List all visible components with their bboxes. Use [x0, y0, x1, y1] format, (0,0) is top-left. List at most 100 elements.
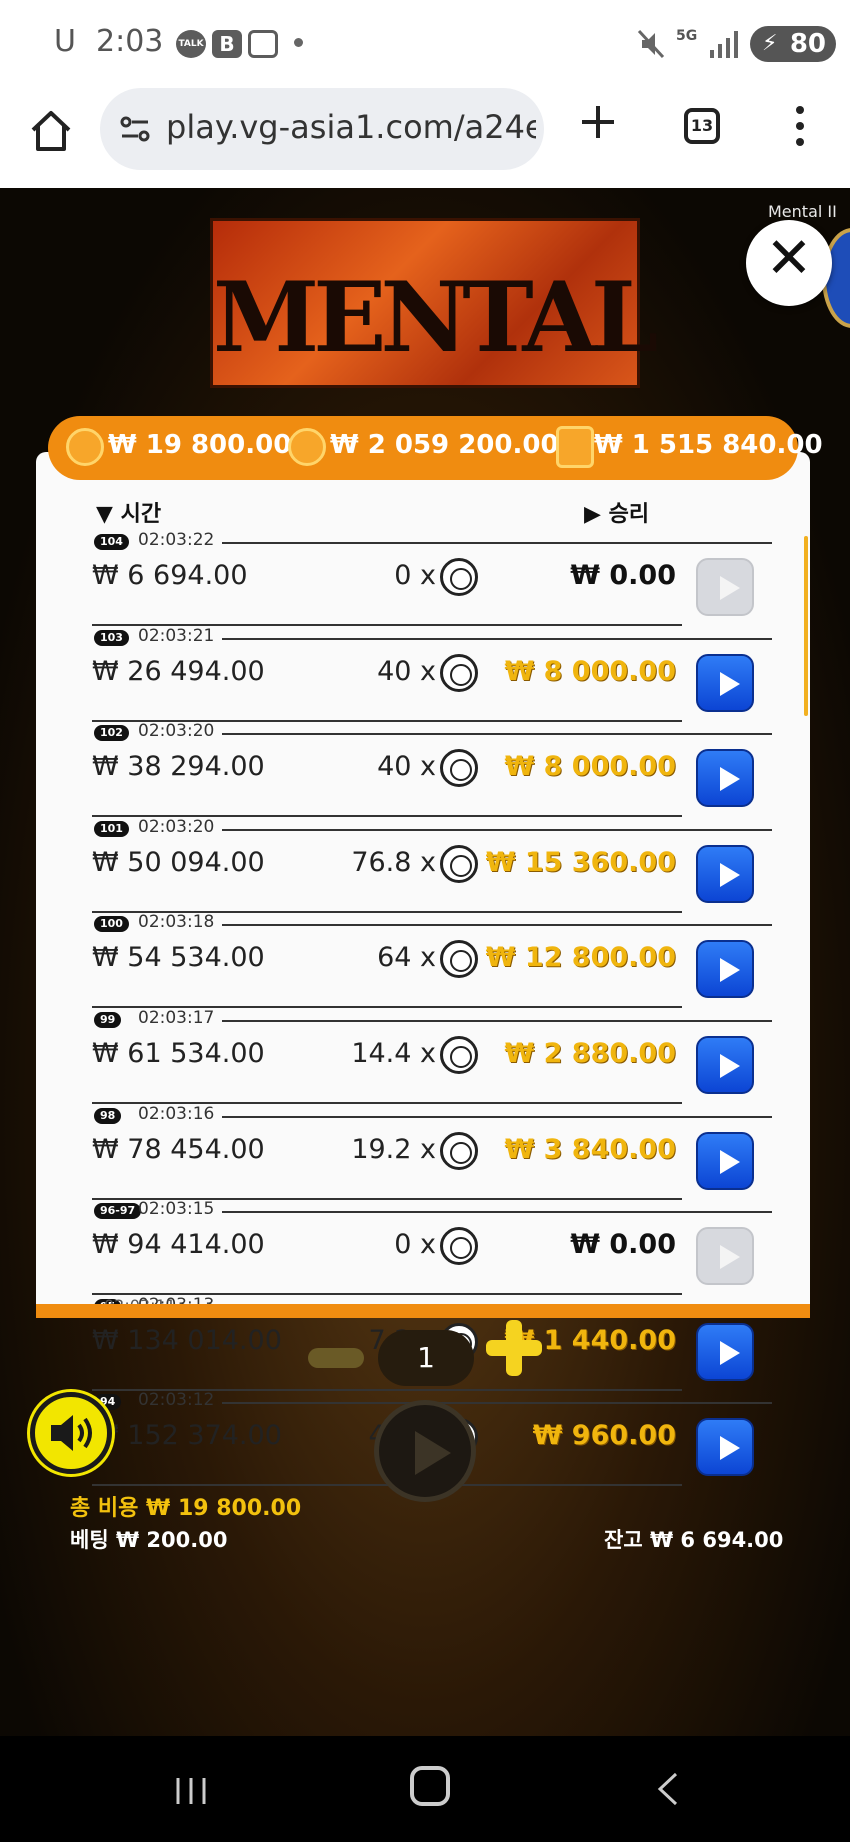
wallet-icon [556, 426, 594, 468]
notification-dot [294, 38, 303, 47]
replay-button[interactable] [696, 845, 754, 903]
round-time: 02:03:12 [138, 1390, 215, 1410]
signal-icon [710, 31, 738, 58]
replay-button[interactable] [696, 1036, 754, 1094]
spin-button[interactable] [374, 1400, 476, 1502]
divider [222, 1211, 772, 1213]
round-balance: ₩ 38 294.00 [92, 751, 265, 782]
stat-total-win: ₩ 2 059 200.00 [330, 430, 559, 460]
divider [222, 638, 772, 640]
home-nav-icon[interactable] [410, 1766, 450, 1806]
sort-time-header[interactable]: ▼ 시간 [96, 496, 161, 528]
round-balance: ₩ 26 494.00 [92, 656, 265, 687]
calendar-icon [248, 30, 278, 58]
history-row: 101 02:03:20 ₩ 50 094.00 76.8 x ₩ 15 360.00 [92, 817, 772, 913]
browser-toolbar: play.vg-asia1.com/a24ea 13 [0, 88, 850, 188]
tab-switcher-button[interactable]: 13 [684, 108, 720, 144]
stats-bar: ₩ 19 800.00 ₩ 2 059 200.00 ₩ 1 515 840.0… [48, 416, 823, 480]
round-win: ₩ 0.00 [570, 560, 676, 591]
panel-bottom-bar [36, 1304, 810, 1318]
battery-indicator: ⚡ 80 [750, 26, 836, 62]
more-menu-icon[interactable] [790, 102, 810, 150]
sort-win-header[interactable]: ▶ 승리 [584, 496, 649, 528]
sound-button[interactable] [30, 1392, 112, 1474]
replay-button[interactable] [696, 1418, 754, 1476]
history-row: 96-97 02:03:15 ₩ 94 414.00 0 x ₩ 0.00 [92, 1199, 772, 1295]
round-balance: ₩ 134 014.00 [92, 1325, 282, 1356]
round-time: 02:03:16 [138, 1104, 215, 1124]
carrier-label: U [54, 24, 76, 59]
mute-icon [637, 29, 665, 59]
replay-button[interactable] [696, 558, 754, 616]
stat-wallet: ₩ 1 515 840.00 [594, 430, 823, 460]
system-nav-bar [0, 1736, 850, 1842]
round-id: 99 [94, 1012, 122, 1028]
round-time: 02:03:20 [138, 817, 215, 837]
history-row: 102 02:03:20 ₩ 38 294.00 40 x ₩ 8 000.00 [92, 721, 772, 817]
replay-button[interactable] [696, 1132, 754, 1190]
round-time: 02:03:18 [138, 912, 215, 932]
scrollbar[interactable] [804, 536, 808, 716]
increase-bet-button[interactable] [486, 1320, 542, 1376]
round-time: 02:03:21 [138, 626, 215, 646]
replay-button[interactable] [696, 1227, 754, 1285]
logo-text: MENTAL [213, 261, 658, 374]
divider [222, 542, 772, 544]
divider [222, 733, 772, 735]
history-row: 99 02:03:17 ₩ 61 534.00 14.4 x ₩ 2 880.00 [92, 1008, 772, 1104]
round-balance: ₩ 50 094.00 [92, 847, 265, 878]
round-win: ₩ 12 800.00 [485, 942, 676, 973]
history-row: 100 02:03:18 ₩ 54 534.00 64 x ₩ 12 800.00 [92, 912, 772, 1008]
round-time: 02:03:15 [138, 1199, 215, 1219]
round-id: 104 [94, 534, 129, 550]
divider [222, 1116, 772, 1118]
replay-button[interactable] [696, 1323, 754, 1381]
coin-stack-icon [288, 428, 326, 466]
b-icon: B [212, 30, 242, 58]
recent-apps-icon[interactable] [174, 1776, 208, 1806]
new-tab-icon[interactable] [578, 102, 618, 142]
replay-button[interactable] [696, 654, 754, 712]
talk-icon: TALK [176, 30, 206, 58]
round-balance: ₩ 94 414.00 [92, 1229, 265, 1260]
game-title: Mental II [768, 202, 837, 221]
url-bar[interactable]: play.vg-asia1.com/a24ea [100, 88, 544, 170]
round-time: 02:03:20 [138, 721, 215, 741]
round-balance: ₩ 6 694.00 [92, 560, 248, 591]
round-win: ₩ 0.00 [570, 1229, 676, 1260]
close-button[interactable]: ✕ [746, 220, 832, 306]
game-logo: MENTAL [210, 218, 658, 388]
sort-down-icon: ▼ [96, 502, 113, 527]
back-icon[interactable] [656, 1772, 680, 1806]
round-id: 98 [94, 1108, 122, 1124]
win-header-label: 승리 [608, 502, 650, 527]
decrease-bet-button[interactable] [308, 1348, 364, 1368]
divider [222, 1020, 772, 1022]
round-balance: ₩ 54 534.00 [92, 942, 265, 973]
replay-button[interactable] [696, 749, 754, 807]
round-id: 102 [94, 725, 129, 741]
home-icon[interactable] [28, 108, 74, 154]
round-win: ₩ 8 000.00 [504, 656, 676, 687]
round-balance: ₩ 61 534.00 [92, 1038, 265, 1069]
round-win: ₩ 2 880.00 [504, 1038, 676, 1069]
bet-count: 1 [378, 1330, 474, 1386]
divider [222, 829, 772, 831]
round-balance: ₩ 78 454.00 [92, 1134, 265, 1165]
history-row: 103 02:03:21 ₩ 26 494.00 40 x ₩ 8 000.00 [92, 626, 772, 722]
close-icon: ✕ [765, 226, 813, 291]
battery-level: 80 [789, 29, 826, 59]
status-time: 2:03 [96, 24, 164, 59]
stat-total-bet: ₩ 19 800.00 [108, 430, 292, 460]
speaker-icon [51, 1415, 92, 1451]
round-time: 02:03:22 [138, 530, 215, 550]
round-win: ₩ 15 360.00 [485, 847, 676, 878]
url-text[interactable]: play.vg-asia1.com/a24ea [166, 108, 536, 146]
round-id: 100 [94, 916, 129, 932]
history-row: 98 02:03:16 ₩ 78 454.00 19.2 x ₩ 3 840.00 [92, 1104, 772, 1200]
coin-icon [66, 428, 104, 466]
site-settings-icon[interactable] [118, 112, 152, 146]
replay-button[interactable] [696, 940, 754, 998]
round-id: 101 [94, 821, 129, 837]
total-cost-label: 총 비용 ₩ 19 800.00 [70, 1496, 302, 1521]
